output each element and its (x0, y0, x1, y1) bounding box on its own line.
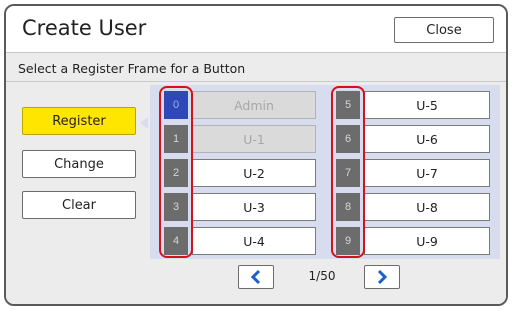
change-button[interactable]: Change (22, 150, 136, 178)
dialog-content: Select a Register Frame for a Button Reg… (6, 52, 506, 304)
number-column-highlight-left (159, 86, 193, 258)
create-user-dialog: Create User Close Select a Register Fram… (4, 4, 508, 306)
frame-button[interactable]: U-2 (192, 159, 316, 187)
chevron-left-icon (250, 269, 261, 285)
number-column-highlight-right (331, 86, 365, 258)
frame-button[interactable]: U-3 (192, 193, 316, 221)
frame-button[interactable]: U-7 (364, 159, 490, 187)
frame-button[interactable]: U-9 (364, 227, 490, 255)
register-button[interactable]: Register (22, 107, 136, 135)
frame-button[interactable]: U-1 (192, 125, 316, 153)
instruction-text: Select a Register Frame for a Button (18, 61, 246, 76)
frame-button[interactable]: U-8 (364, 193, 490, 221)
divider (6, 81, 506, 82)
title-bar: Create User Close (6, 6, 506, 52)
frame-button[interactable]: U-6 (364, 125, 490, 153)
clear-button[interactable]: Clear (22, 191, 136, 219)
dialog-title: Create User (22, 16, 147, 40)
selection-pointer (140, 117, 148, 129)
page-indicator: 1/50 (308, 269, 336, 283)
previous-page-button[interactable] (238, 265, 274, 289)
frame-button[interactable]: U-5 (364, 91, 490, 119)
register-frame-grid: 0 Admin 1 U-1 2 U-2 3 U-3 4 U-4 5 U-5 6 … (150, 85, 500, 259)
next-page-button[interactable] (364, 265, 400, 289)
close-button[interactable]: Close (394, 17, 494, 43)
chevron-right-icon (377, 269, 388, 285)
frame-button[interactable]: U-4 (192, 227, 316, 255)
frame-button[interactable]: Admin (192, 91, 316, 119)
